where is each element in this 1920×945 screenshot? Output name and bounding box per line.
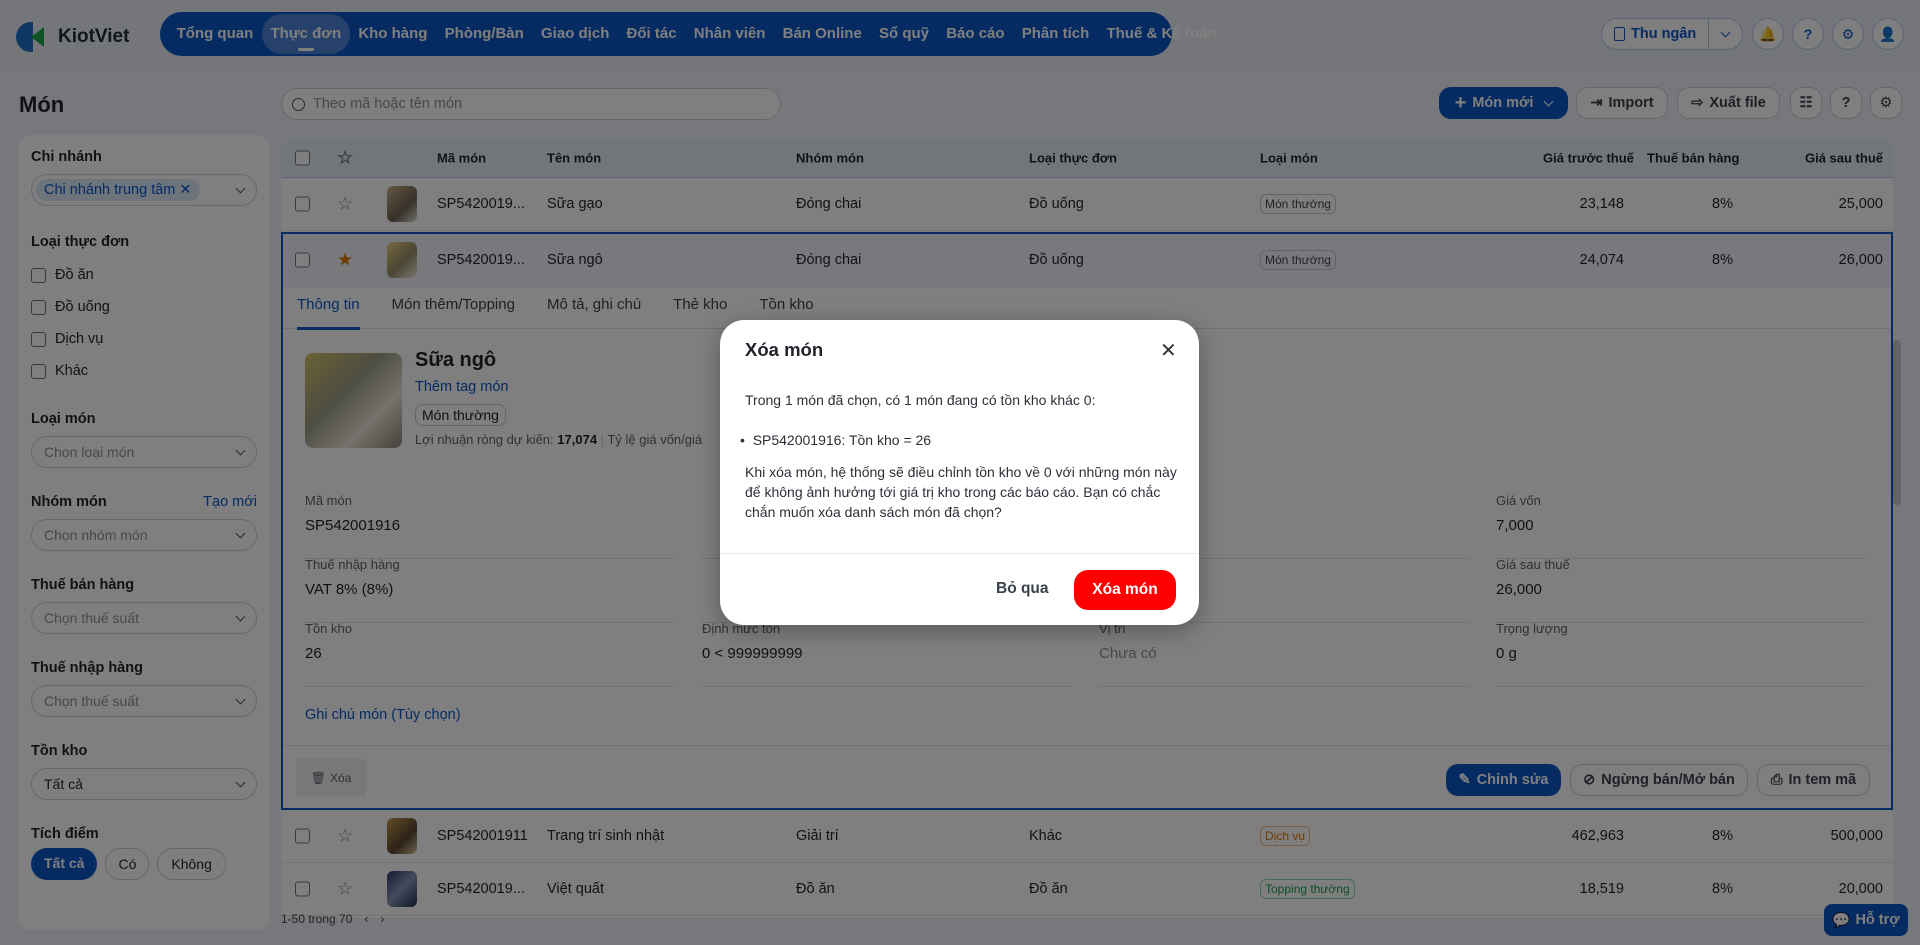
delete-item-dialog: Xóa món ✕ Trong 1 món đã chọn, có 1 món … — [720, 320, 1199, 625]
close-icon[interactable]: ✕ — [1160, 338, 1177, 363]
divider — [720, 553, 1199, 554]
confirm-delete-button[interactable]: Xóa món — [1074, 570, 1176, 610]
dialog-title: Xóa món — [745, 339, 824, 360]
bullet-text: SP542001916: Tồn kho = 26 — [752, 432, 932, 448]
bullet-icon: • — [740, 432, 745, 448]
stock-bullet: • SP542001916: Tồn kho = 26 — [740, 432, 931, 448]
dialog-body: Khi xóa món, hệ thống sẽ điều chỉnh tồn … — [745, 464, 1177, 520]
dialog-intro: Trong 1 món đã chọn, có 1 món đang có tồ… — [745, 392, 1096, 408]
cancel-button[interactable]: Bỏ qua — [996, 580, 1049, 598]
